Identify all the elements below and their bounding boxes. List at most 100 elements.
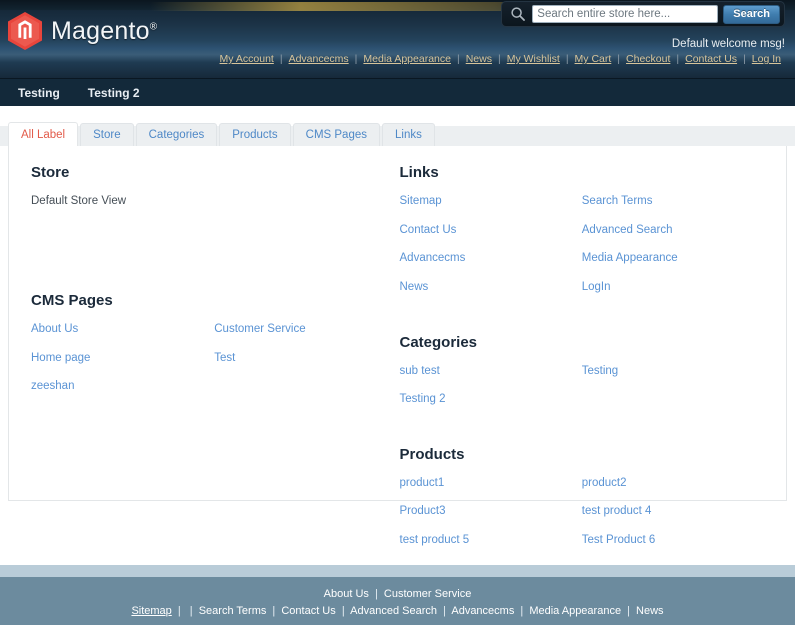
link-contact-us[interactable]: Contact Us bbox=[400, 224, 582, 237]
categories-entries: sub test Testing 2 Testing bbox=[400, 365, 765, 422]
tab-categories[interactable]: Categories bbox=[135, 123, 218, 146]
tab-store[interactable]: Store bbox=[80, 123, 134, 146]
section-title-products: Products bbox=[399, 445, 465, 463]
footer-link-search-terms[interactable]: Search Terms bbox=[199, 605, 267, 617]
categories-col-1: sub test Testing 2 bbox=[400, 365, 582, 422]
cms-pages-col-2: Customer Service Test bbox=[214, 323, 397, 409]
cms-pages-entries: About Us Home page zeeshan Customer Serv… bbox=[31, 323, 398, 409]
header-link-my-cart[interactable]: My Cart bbox=[569, 53, 618, 65]
section-title-cms-pages: CMS Pages bbox=[31, 292, 113, 309]
category-link-sub-test[interactable]: sub test bbox=[400, 365, 582, 378]
link-login[interactable]: LogIn bbox=[582, 281, 764, 294]
nav-item-testing-2[interactable]: Testing 2 bbox=[74, 86, 154, 100]
tab-all-label[interactable]: All Label bbox=[8, 122, 79, 146]
tab-links[interactable]: Links bbox=[382, 123, 435, 146]
header-link-advancecms[interactable]: Advancecms bbox=[283, 53, 355, 65]
category-link-testing[interactable]: Testing bbox=[582, 365, 764, 378]
product-link-product3[interactable]: Product3 bbox=[400, 505, 582, 518]
store-col-2 bbox=[214, 195, 397, 224]
link-separator: | bbox=[341, 605, 345, 617]
site-logo[interactable]: Magento® bbox=[8, 12, 157, 50]
sitemap-left-column: Store Default Store View CMS Pages About… bbox=[31, 164, 398, 563]
link-separator: | bbox=[520, 605, 524, 617]
header-link-my-wishlist[interactable]: My Wishlist bbox=[501, 53, 566, 65]
product-link-test-product-5[interactable]: test product 5 bbox=[400, 534, 582, 547]
page-body: All Label Store Categories Products CMS … bbox=[0, 106, 795, 565]
magento-hexagon-logo bbox=[8, 12, 42, 50]
header-link-news[interactable]: News bbox=[460, 53, 498, 65]
products-col-2: product2 test product 4 Test Product 6 bbox=[582, 477, 764, 563]
footer-link-advancecms[interactable]: Advancecms bbox=[451, 605, 514, 617]
header-link-media-appearance[interactable]: Media Appearance bbox=[357, 53, 457, 65]
magento-sitemap-page: Magento® Search Default welcome msg! My … bbox=[0, 0, 795, 625]
link-separator: | bbox=[189, 605, 193, 617]
cms-pages-col-1: About Us Home page zeeshan bbox=[31, 323, 214, 409]
product-link-test-product-6[interactable]: Test Product 6 bbox=[582, 534, 764, 547]
cms-link-home-page[interactable]: Home page bbox=[31, 352, 214, 365]
site-header: Magento® Search Default welcome msg! My … bbox=[0, 0, 795, 78]
link-advanced-search[interactable]: Advanced Search bbox=[582, 224, 764, 237]
link-separator: | bbox=[177, 605, 181, 617]
products-col-1: product1 Product3 test product 5 bbox=[400, 477, 582, 563]
links-entries: Sitemap Contact Us Advancecms News Searc… bbox=[400, 195, 765, 310]
section-title-store: Store bbox=[31, 164, 70, 181]
link-separator: | bbox=[443, 605, 446, 617]
trademark-symbol: ® bbox=[149, 21, 158, 33]
product-link-test-product-4[interactable]: test product 4 bbox=[582, 505, 764, 518]
product-link-product1[interactable]: product1 bbox=[400, 477, 582, 490]
cms-link-about-us[interactable]: About Us bbox=[31, 323, 214, 336]
link-separator: | bbox=[272, 605, 276, 617]
footer-link-news[interactable]: News bbox=[636, 605, 664, 617]
sitemap-right-column: Links Sitemap Contact Us Advancecms News… bbox=[398, 164, 765, 563]
header-link-checkout[interactable]: Checkout bbox=[620, 53, 676, 65]
sitemap-tabs: All Label Store Categories Products CMS … bbox=[8, 122, 437, 146]
footer-link-contact-us[interactable]: Contact Us bbox=[281, 605, 335, 617]
cms-link-zeeshan[interactable]: zeeshan bbox=[31, 380, 214, 393]
section-store: Store Default Store View bbox=[31, 164, 398, 268]
link-media-appearance[interactable]: Media Appearance bbox=[582, 252, 764, 265]
header-link-contact-us[interactable]: Contact Us bbox=[679, 53, 743, 65]
cms-link-test[interactable]: Test bbox=[214, 352, 397, 365]
tab-cms-pages[interactable]: CMS Pages bbox=[292, 123, 380, 146]
footer-link-sitemap[interactable]: Sitemap bbox=[131, 605, 171, 617]
link-search-terms[interactable]: Search Terms bbox=[582, 195, 764, 208]
footer-link-advanced-search[interactable]: Advanced Search bbox=[350, 605, 437, 617]
sitemap-columns: Store Default Store View CMS Pages About… bbox=[9, 146, 786, 563]
links-col-1: Sitemap Contact Us Advancecms News bbox=[400, 195, 582, 310]
header-link-log-in[interactable]: Log In bbox=[746, 53, 787, 65]
search-icon bbox=[511, 7, 526, 21]
link-sitemap[interactable]: Sitemap bbox=[400, 195, 582, 208]
section-products: Products product1 Product3 test product … bbox=[400, 446, 765, 563]
footer-link-customer-service[interactable]: Customer Service bbox=[384, 588, 471, 600]
link-advancecms[interactable]: Advancecms bbox=[400, 252, 582, 265]
footer-top-band bbox=[0, 565, 795, 577]
search-box[interactable]: Search bbox=[501, 1, 785, 27]
cms-link-customer-service[interactable]: Customer Service bbox=[214, 323, 397, 336]
header-links: My Account | Advancecms | Media Appearan… bbox=[214, 53, 787, 65]
store-entries: Default Store View bbox=[31, 195, 398, 224]
product-link-product2[interactable]: product2 bbox=[582, 477, 764, 490]
categories-col-2: Testing bbox=[582, 365, 764, 422]
main-navigation: Testing Testing 2 bbox=[0, 78, 795, 106]
store-col-1: Default Store View bbox=[31, 195, 214, 224]
footer-link-about-us[interactable]: About Us bbox=[324, 588, 369, 600]
footer-link-media-appearance[interactable]: Media Appearance bbox=[529, 605, 621, 617]
store-default-view: Default Store View bbox=[31, 195, 127, 207]
section-title-categories: Categories bbox=[399, 333, 478, 351]
section-title-links: Links bbox=[399, 164, 439, 181]
search-button[interactable]: Search bbox=[723, 4, 780, 24]
site-footer: About Us | Customer Service Sitemap | | … bbox=[0, 577, 795, 625]
products-entries: product1 Product3 test product 5 product… bbox=[400, 477, 765, 563]
category-link-testing-2[interactable]: Testing 2 bbox=[400, 393, 582, 406]
section-links: Links Sitemap Contact Us Advancecms News… bbox=[400, 164, 765, 310]
nav-item-testing[interactable]: Testing bbox=[4, 86, 74, 100]
footer-row-primary: About Us | Customer Service bbox=[0, 586, 795, 603]
footer-row-secondary: Sitemap | | Search Terms | Contact Us | … bbox=[0, 603, 795, 620]
tab-products[interactable]: Products bbox=[219, 123, 291, 146]
section-cms-pages: CMS Pages About Us Home page zeeshan Cus… bbox=[31, 292, 398, 409]
search-input[interactable] bbox=[532, 5, 719, 23]
header-link-my-account[interactable]: My Account bbox=[214, 53, 280, 65]
link-news[interactable]: News bbox=[400, 281, 582, 294]
link-separator: | bbox=[627, 605, 630, 617]
sitemap-content-box: All Label Store Categories Products CMS … bbox=[8, 122, 787, 546]
